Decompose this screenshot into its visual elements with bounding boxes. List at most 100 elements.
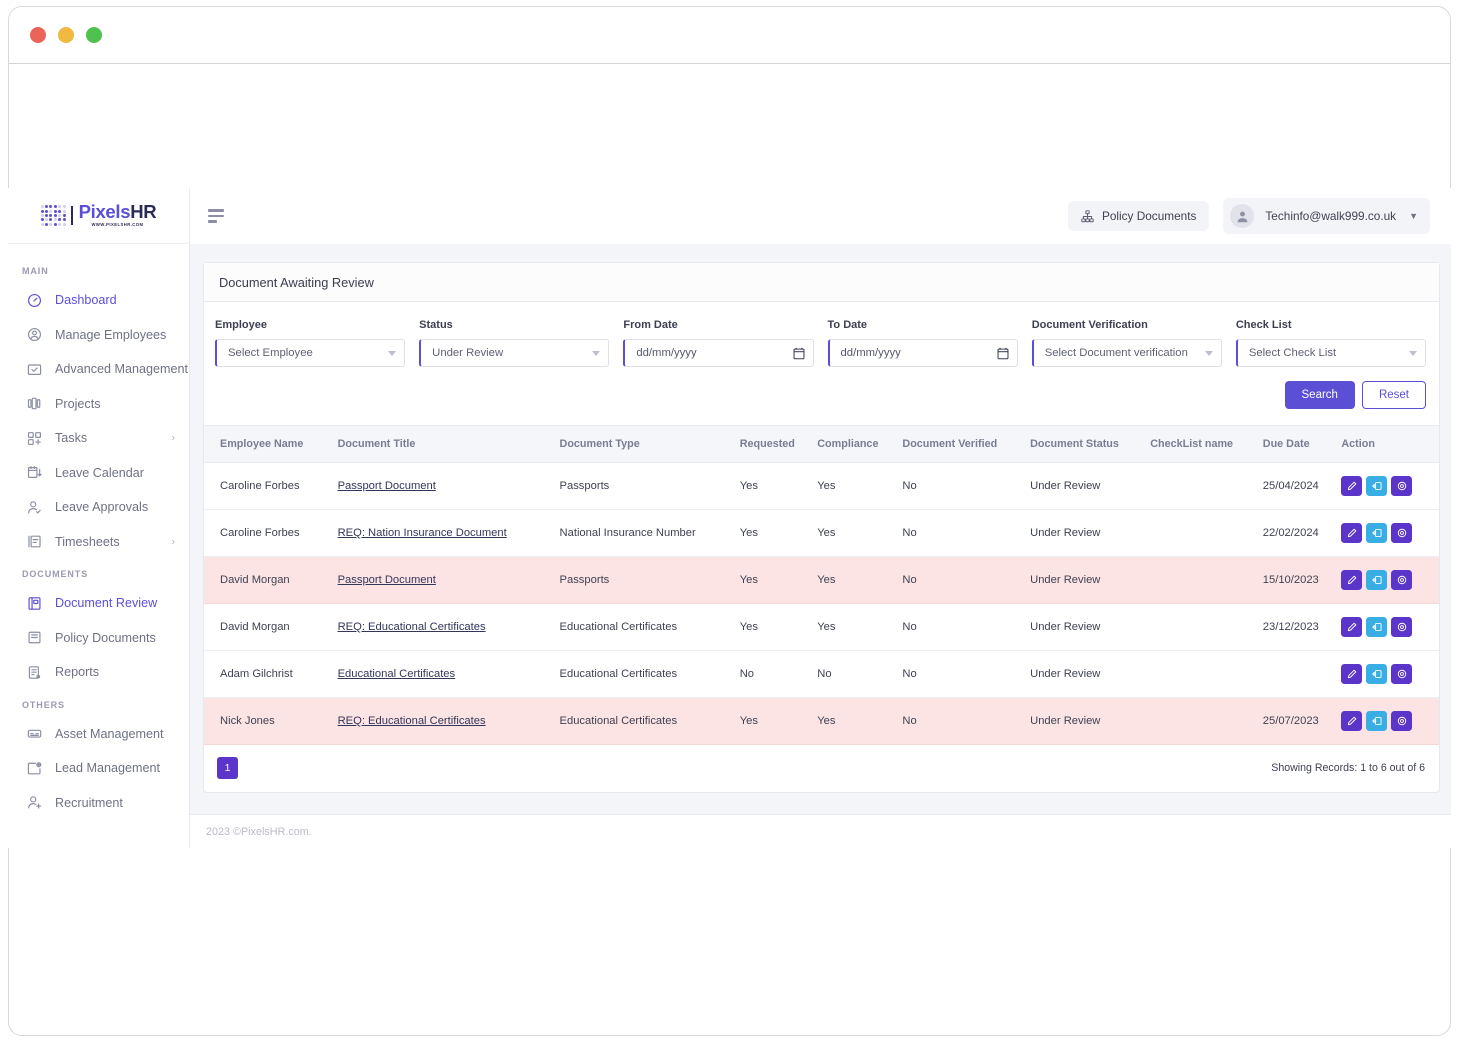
view-button[interactable] <box>1391 664 1413 684</box>
from-date-input[interactable]: dd/mm/yyyy <box>623 339 814 367</box>
sidebar-item-dashboard[interactable]: Dashboard <box>8 283 189 318</box>
request-button[interactable] <box>1366 664 1388 684</box>
sidebar-item-advanced-management[interactable]: Advanced Management <box>8 352 189 387</box>
user-menu[interactable]: Techinfo@walk999.co.uk ▼ <box>1223 198 1430 234</box>
brand-name-secondary: HR <box>130 201 157 223</box>
sidebar-item-label: Timesheets <box>55 534 120 549</box>
edit-button[interactable] <box>1341 664 1363 684</box>
sidebar-section-label: OTHERS <box>22 699 65 710</box>
column-header: Document Status <box>1030 425 1151 463</box>
book-icon <box>26 629 43 646</box>
send-document-icon <box>1372 622 1382 632</box>
sidebar-item-document-review[interactable]: Document Review <box>8 586 189 621</box>
document-title-link[interactable]: Passport Document <box>338 574 436 586</box>
brand-logo[interactable]: PixelsHR WWW.PIXELSHR.COM <box>8 188 189 244</box>
logo-divider-bar <box>70 205 73 225</box>
chevron-down-icon[interactable] <box>388 350 397 356</box>
view-button[interactable] <box>1391 523 1413 543</box>
document-title-link[interactable]: REQ: Nation Insurance Document <box>338 527 507 539</box>
table-row: David Morgan REQ: Educational Certificate… <box>204 603 1439 651</box>
cell-action <box>1341 556 1439 604</box>
calendar-icon[interactable] <box>793 347 805 360</box>
edit-button[interactable] <box>1341 523 1363 543</box>
card-header: Document Awaiting Review <box>204 263 1439 302</box>
sidebar-item-label: Projects <box>55 396 101 411</box>
employee-select[interactable]: Select Employee <box>215 339 406 367</box>
sidebar-item-reports[interactable]: Reports <box>8 655 189 690</box>
table-row: Adam Gilchrist Educational Certificates Ed… <box>204 650 1439 698</box>
sidebar-item-policy-documents[interactable]: Policy Documents <box>8 621 189 656</box>
cell-due-date: 25/07/2023 <box>1262 697 1342 745</box>
send-document-icon <box>1372 716 1382 726</box>
policy-documents-button[interactable]: Policy Documents <box>1067 201 1210 231</box>
status-select[interactable]: Under Review <box>419 339 610 367</box>
policy-documents-label: Policy Documents <box>1101 209 1197 223</box>
document-title-link[interactable]: Passport Document <box>338 480 436 492</box>
row-action-buttons <box>1341 523 1433 543</box>
document-title-link[interactable]: Educational Certificates <box>338 668 456 680</box>
cell-document-verified: No <box>902 603 1031 651</box>
pagination-page-1[interactable]: 1 <box>217 757 238 779</box>
document-verification-select[interactable]: Select Document verification <box>1031 339 1222 367</box>
filter-bar: Employee Select Employee Status Under Revie… <box>204 302 1439 367</box>
cell-employee-name: David Morgan <box>204 603 338 651</box>
send-document-icon <box>1372 481 1382 491</box>
cell-document-status: Under Review <box>1030 509 1151 557</box>
search-button[interactable]: Search <box>1284 381 1355 409</box>
cell-due-date <box>1262 650 1342 698</box>
sidebar-item-timesheets[interactable]: Timesheets › <box>8 525 189 560</box>
request-button[interactable] <box>1366 711 1388 731</box>
hamburger-icon[interactable] <box>204 205 228 227</box>
view-button[interactable] <box>1391 570 1413 590</box>
calendar-icon[interactable] <box>997 347 1009 360</box>
window-close-button[interactable] <box>30 27 46 43</box>
sidebar-item-tasks[interactable]: Tasks › <box>8 421 189 456</box>
view-button[interactable] <box>1391 617 1413 637</box>
sidebar-item-asset-management[interactable]: Asset Management <box>8 717 189 752</box>
reset-button[interactable]: Reset <box>1361 381 1426 409</box>
dashboard-icon <box>26 292 43 309</box>
eye-icon <box>1397 669 1407 679</box>
timesheet-icon <box>26 533 43 550</box>
chevron-down-icon[interactable] <box>1409 350 1418 356</box>
cell-employee-name: Adam Gilchrist <box>204 650 338 698</box>
chevron-down-icon[interactable] <box>592 350 601 356</box>
check-list-select[interactable]: Select Check List <box>1235 339 1427 367</box>
document-title-link[interactable]: REQ: Educational Certificates <box>338 621 486 633</box>
sidebar-item-lead-management[interactable]: Lead Management <box>8 751 189 786</box>
window-minimize-button[interactable] <box>58 27 74 43</box>
pencil-icon <box>1347 528 1357 538</box>
to-date-input[interactable]: dd/mm/yyyy <box>827 339 1018 367</box>
view-button[interactable] <box>1391 476 1413 496</box>
chevron-down-icon[interactable] <box>1204 350 1213 356</box>
records-count: Showing Records: 1 to 6 out of 6 <box>1271 762 1425 774</box>
edit-button[interactable] <box>1341 711 1363 731</box>
eye-icon <box>1397 716 1407 726</box>
sidebar-item-label: Manage Employees <box>55 327 167 342</box>
view-button[interactable] <box>1391 711 1413 731</box>
sidebar-item-recruitment[interactable]: Recruitment <box>8 786 189 821</box>
request-button[interactable] <box>1366 523 1388 543</box>
edit-button[interactable] <box>1341 476 1363 496</box>
sidebar-item-manage-employees[interactable]: Manage Employees <box>8 318 189 353</box>
document-title-link[interactable]: REQ: Educational Certificates <box>338 715 486 727</box>
window-maximize-button[interactable] <box>86 27 102 43</box>
window-titlebar <box>9 7 1450 64</box>
row-action-buttons <box>1341 711 1433 731</box>
edit-button[interactable] <box>1341 617 1363 637</box>
cell-document-title: REQ: Educational Certificates <box>337 697 560 745</box>
request-button[interactable] <box>1366 570 1388 590</box>
sidebar-item-leave-calendar[interactable]: Leave Calendar <box>8 456 189 491</box>
filter-label: Document Verification <box>1031 319 1148 331</box>
filter-group: From Date dd/mm/yyyy <box>623 319 814 367</box>
sidebar-item-leave-approvals[interactable]: Leave Approvals <box>8 490 189 525</box>
cell-action <box>1341 603 1439 651</box>
request-button[interactable] <box>1366 476 1388 496</box>
sidebar-item-projects[interactable]: Projects <box>8 387 189 422</box>
send-document-icon <box>1372 575 1382 585</box>
request-button[interactable] <box>1366 617 1388 637</box>
edit-button[interactable] <box>1341 570 1363 590</box>
pencil-icon <box>1347 575 1357 585</box>
cell-compliance: Yes <box>817 603 903 651</box>
cell-checklist-name <box>1150 556 1263 604</box>
